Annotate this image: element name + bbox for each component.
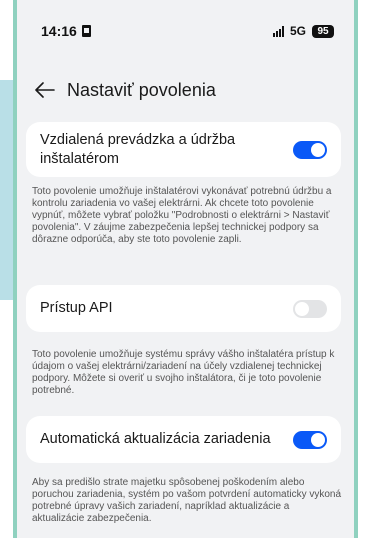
remote-maintenance-toggle[interactable]	[293, 140, 327, 159]
status-bar: 14:16 5G 95	[17, 0, 354, 62]
battery-icon: 95	[312, 24, 334, 38]
setting-description: Toto povolenie umožňuje systému správy v…	[32, 349, 335, 396]
api-access-toggle[interactable]	[293, 299, 327, 318]
status-time: 14:16	[41, 23, 91, 39]
phone-screen: 14:16 5G 95 Nastaviť povolenia Vzdialená…	[13, 0, 358, 538]
toggle-knob	[295, 301, 309, 316]
background-strip	[0, 80, 13, 300]
setting-description: Aby sa predišlo strate majetku spôsobene…	[32, 477, 342, 524]
page-title: Nastaviť povolenia	[67, 79, 216, 100]
setting-description: Toto povolenie umožňuje inštalatérovi vy…	[32, 186, 332, 245]
toggle-knob	[311, 432, 325, 447]
status-indicators: 5G 95	[272, 24, 334, 38]
auto-update-toggle[interactable]	[293, 430, 327, 449]
sim-card-icon	[81, 25, 91, 37]
setting-card-api-access: Prístup API	[26, 285, 341, 332]
time-text: 14:16	[41, 23, 77, 39]
network-type: 5G	[289, 24, 306, 38]
toggle-knob	[311, 142, 325, 157]
signal-icon	[272, 25, 284, 37]
setting-label: Vzdialená prevádzka a údržba inštalatéro…	[40, 131, 236, 167]
back-arrow-icon[interactable]	[33, 78, 57, 102]
page-header: Nastaviť povolenia	[17, 70, 354, 110]
setting-label: Prístup API	[40, 300, 113, 316]
setting-label: Automatická aktualizácia zariadenia	[40, 431, 271, 447]
setting-card-remote-maintenance: Vzdialená prevádzka a údržba inštalatéro…	[26, 122, 341, 177]
setting-card-auto-update: Automatická aktualizácia zariadenia	[26, 416, 341, 463]
